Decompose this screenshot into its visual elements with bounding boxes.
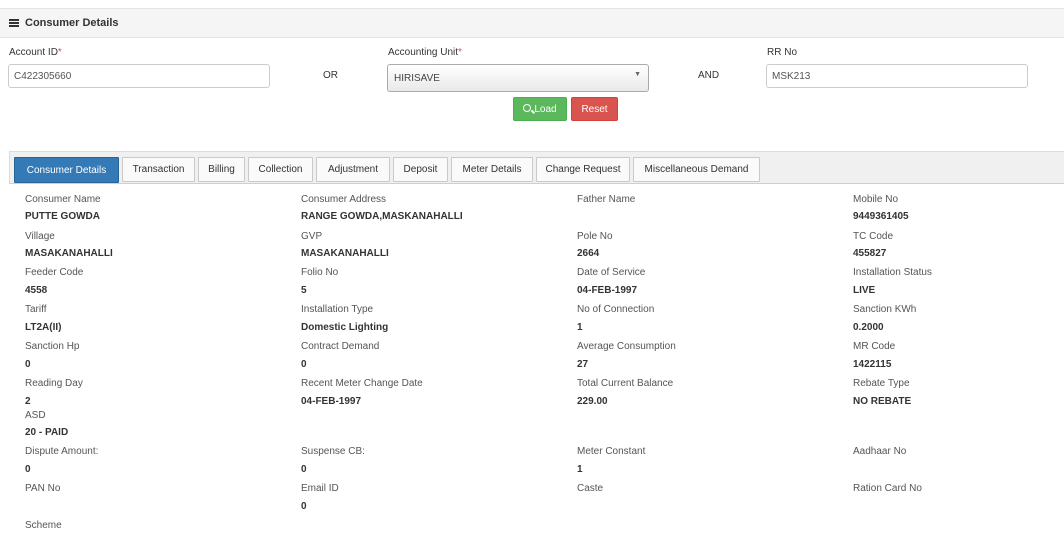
tab-bar: Consumer Details Transaction Billing Col… [9, 151, 1064, 184]
panel-header: Consumer Details [0, 8, 1064, 38]
recent-meter-change-date-value: 04-FEB-1997 [301, 396, 362, 407]
account-id-label: Account ID* [9, 47, 62, 58]
pan-no-label: PAN No [25, 483, 61, 494]
sanction-kwh-value: 0.2000 [853, 322, 884, 333]
installation-status-value: LIVE [853, 285, 876, 296]
caret-down-icon: ▼ [634, 71, 641, 78]
date-of-service-label: Date of Service [577, 267, 646, 278]
email-id-value: 0 [301, 501, 307, 512]
rebate-type-label: Rebate Type [853, 378, 910, 389]
tab-miscellaneous-demand[interactable]: Miscellaneous Demand [633, 157, 760, 182]
gvp-label: GVP [301, 231, 323, 242]
dispute-amount-label: Dispute Amount: [25, 446, 99, 457]
total-current-balance-value: 229.00 [577, 396, 608, 407]
meter-constant-value: 1 [577, 464, 583, 475]
rr-no-input[interactable] [766, 64, 1028, 88]
mr-code-value: 1422115 [853, 359, 892, 370]
total-current-balance-label: Total Current Balance [577, 378, 674, 389]
caste-label: Caste [577, 483, 604, 494]
load-button[interactable]: Load [513, 97, 567, 121]
tab-adjustment[interactable]: Adjustment [316, 157, 390, 182]
accounting-unit-label: Accounting Unit* [388, 47, 462, 58]
no-of-connection-label: No of Connection [577, 304, 655, 315]
dispute-amount-value: 0 [25, 464, 31, 475]
mobile-no-label: Mobile No [853, 194, 899, 205]
reading-day-value: 2 [25, 396, 31, 407]
search-icon [523, 104, 532, 112]
contract-demand-value: 0 [301, 359, 307, 370]
average-consumption-label: Average Consumption [577, 341, 676, 352]
recent-meter-change-date-label: Recent Meter Change Date [301, 378, 423, 389]
consumer-name-value: PUTTE GOWDA [25, 211, 100, 222]
father-name-label: Father Name [577, 194, 636, 205]
rr-no-label: RR No [767, 47, 798, 58]
village-value: MASAKANAHALLI [25, 248, 113, 259]
folio-no-value: 5 [301, 285, 307, 296]
asd-value: 20 - PAID [25, 427, 69, 438]
tc-code-value: 455827 [853, 248, 887, 259]
folio-no-label: Folio No [301, 267, 339, 278]
sanction-kwh-label: Sanction KWh [853, 304, 917, 315]
tab-consumer-details[interactable]: Consumer Details [14, 157, 119, 183]
village-label: Village [25, 231, 55, 242]
tab-transaction[interactable]: Transaction [122, 157, 195, 182]
sanction-hp-value: 0 [25, 359, 31, 370]
pole-no-value: 2664 [577, 248, 600, 259]
tab-deposit[interactable]: Deposit [393, 157, 448, 182]
consumer-name-label: Consumer Name [25, 194, 101, 205]
feeder-code-label: Feeder Code [25, 267, 84, 278]
contract-demand-label: Contract Demand [301, 341, 380, 352]
aadhaar-no-label: Aadhaar No [853, 446, 907, 457]
mobile-no-value: 9449361405 [853, 211, 909, 222]
rebate-type-value: NO REBATE [853, 396, 912, 407]
consumer-address-label: Consumer Address [301, 194, 387, 205]
accounting-unit-value: HIRISAVE [394, 72, 440, 84]
suspense-cb-label: Suspense CB: [301, 446, 365, 457]
meter-constant-label: Meter Constant [577, 446, 646, 457]
tariff-value: LT2A(II) [25, 322, 62, 333]
scheme-label: Scheme [25, 520, 62, 531]
asd-label: ASD [25, 410, 46, 421]
suspense-cb-value: 0 [301, 464, 307, 475]
date-of-service-value: 04-FEB-1997 [577, 285, 638, 296]
reset-button[interactable]: Reset [571, 97, 618, 121]
tab-change-request[interactable]: Change Request [536, 157, 630, 182]
page-title: Consumer Details [25, 17, 119, 29]
consumer-address-value: RANGE GOWDA,MASKANAHALLI [301, 211, 463, 222]
and-label: AND [698, 70, 720, 81]
tab-billing[interactable]: Billing [198, 157, 245, 182]
ration-card-no-label: Ration Card No [853, 483, 922, 494]
installation-status-label: Installation Status [853, 267, 932, 278]
account-id-input[interactable] [8, 64, 270, 88]
hamburger-icon[interactable] [9, 19, 19, 27]
accounting-unit-select[interactable]: HIRISAVE ▼ [387, 64, 649, 92]
average-consumption-value: 27 [577, 359, 589, 370]
tab-meter-details[interactable]: Meter Details [451, 157, 533, 182]
email-id-label: Email ID [301, 483, 339, 494]
sanction-hp-label: Sanction Hp [25, 341, 80, 352]
no-of-connection-value: 1 [577, 322, 583, 333]
pole-no-label: Pole No [577, 231, 613, 242]
installation-type-label: Installation Type [301, 304, 374, 315]
tab-collection[interactable]: Collection [248, 157, 313, 182]
reading-day-label: Reading Day [25, 378, 83, 389]
installation-type-value: Domestic Lighting [301, 322, 389, 333]
gvp-value: MASAKANAHALLI [301, 248, 389, 259]
or-label: OR [323, 70, 338, 81]
mr-code-label: MR Code [853, 341, 896, 352]
tariff-label: Tariff [25, 304, 47, 315]
feeder-code-value: 4558 [25, 285, 48, 296]
tc-code-label: TC Code [853, 231, 894, 242]
